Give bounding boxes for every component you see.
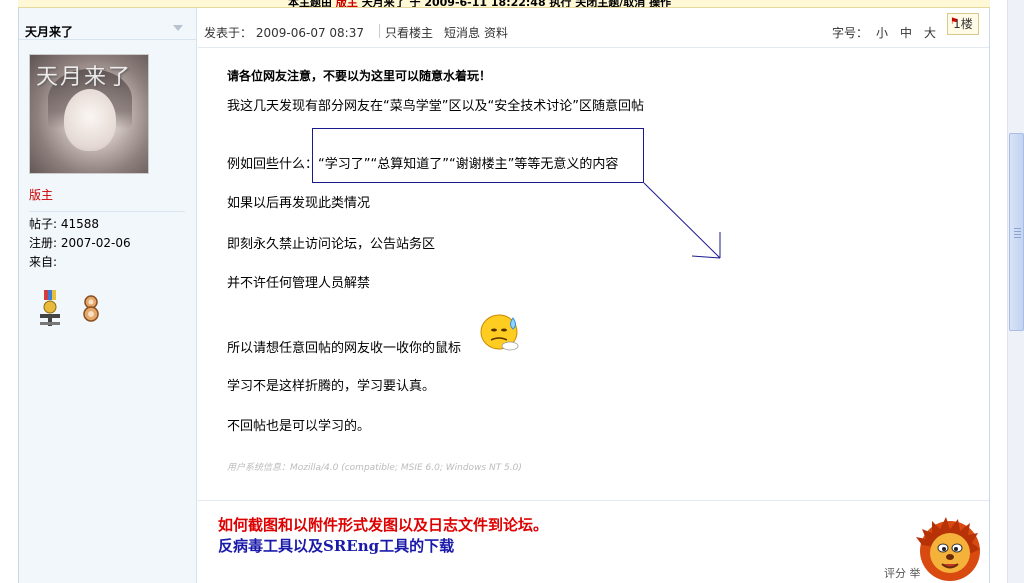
dropdown-arrow-icon[interactable]: [173, 25, 183, 31]
author-posts: 帖子: 41588: [29, 215, 99, 232]
post-line: 我这几天发现有部分网友在“菜鸟学堂”区以及“安全技术讨论”区随意回帖: [227, 99, 644, 114]
scroll-thumb[interactable]: [1009, 133, 1024, 331]
posted-label: 发表于：: [204, 26, 253, 40]
profile-link[interactable]: 资料: [484, 24, 508, 41]
font-small-button[interactable]: 小: [876, 24, 888, 41]
posted-time: 发表于： 2009-06-07 08:37: [204, 24, 364, 41]
posts-label: 帖子:: [29, 217, 58, 231]
font-medium-button[interactable]: 中: [900, 24, 912, 41]
user-agent-info: 用户系统信息：Mozilla/4.0 (compatible; MSIE 6.0…: [227, 463, 522, 473]
registered-value: 2007-02-06: [60, 236, 131, 250]
annotation-arrow-icon: [643, 182, 721, 259]
flag-icon: ⚑: [950, 17, 959, 27]
post-line: 不回帖也是可以学习的。: [227, 419, 371, 434]
post-line: 如果以后再发现此类情况: [227, 196, 371, 211]
author-registered: 注册: 2007-02-06: [29, 234, 131, 251]
font-size-label: 字号：: [832, 26, 869, 40]
notice-text: 天月来了 于 2009-6-11 18:22:48 执行 关闭主题/取消 操作: [361, 0, 672, 8]
post-heading: 请各位网友注意，不要以为这里可以随意水着玩！: [227, 69, 492, 83]
moderation-notice: 本主题由 版主 天月来了 于 2009-6-11 18:22:48 执行 关闭主…: [18, 0, 990, 8]
author-sidebar: 天月来了 天月来了 版主 帖子: 41588 注册: 2007-02-06 来自…: [19, 8, 197, 583]
registered-label: 注册:: [29, 236, 58, 250]
pm-link[interactable]: 短消息: [444, 24, 480, 41]
post-line: 学习不是这样折腾的，学习要认真。: [227, 379, 436, 394]
sidebar-divider: [29, 211, 185, 212]
avatar-face: [64, 89, 116, 151]
signature-link-tools[interactable]: 反病毒工具以及SREng工具的下载: [218, 535, 454, 556]
posted-value: 2009-06-07 08:37: [255, 26, 364, 40]
grip-line: [1014, 234, 1021, 235]
font-large-button[interactable]: 大: [924, 24, 936, 41]
right-border: [989, 8, 990, 583]
annotation-box: [312, 128, 644, 183]
post-header: 发表于： 2009-06-07 08:37 只看楼主 短消息 资料 字号： 小 …: [198, 8, 990, 48]
notice-role[interactable]: 版主: [336, 0, 358, 7]
level-badge-icon: [83, 295, 99, 322]
post-line: 所以请想任意回帖的网友收一收你的鼠标: [227, 341, 462, 356]
header-divider: [379, 24, 380, 38]
post-line: 即刻永久禁止访问论坛，公告站务区: [227, 237, 436, 252]
medal-icon: [40, 290, 60, 326]
from-label: 来自:: [29, 255, 58, 269]
lion-mascot-icon: [916, 517, 980, 581]
only-op-link[interactable]: 只看楼主: [385, 24, 433, 41]
author-from: 来自:: [29, 253, 57, 270]
grip-line: [1014, 228, 1021, 229]
posts-value: 41588: [60, 217, 100, 231]
avatar-text: 天月来了: [36, 65, 133, 90]
signature-link-screenshot[interactable]: 如何截图和以附件形式发图以及日志文件到论坛。: [218, 514, 548, 535]
avatar: 天月来了: [29, 54, 149, 174]
vertical-scrollbar[interactable]: [1007, 0, 1024, 583]
signature-divider: [198, 500, 990, 501]
author-name-bar: 天月来了: [19, 8, 196, 40]
grip-line: [1014, 237, 1021, 238]
author-role: 版主: [29, 188, 54, 202]
sweat-emoticon-icon: [480, 314, 519, 351]
author-name[interactable]: 天月来了: [25, 23, 73, 40]
grip-line: [1014, 231, 1021, 232]
post-line: 并不许任何管理人员解禁: [227, 276, 371, 291]
notice-prefix: 本主题由: [288, 0, 332, 8]
floor-badge[interactable]: ⚑ 1楼: [947, 13, 979, 35]
